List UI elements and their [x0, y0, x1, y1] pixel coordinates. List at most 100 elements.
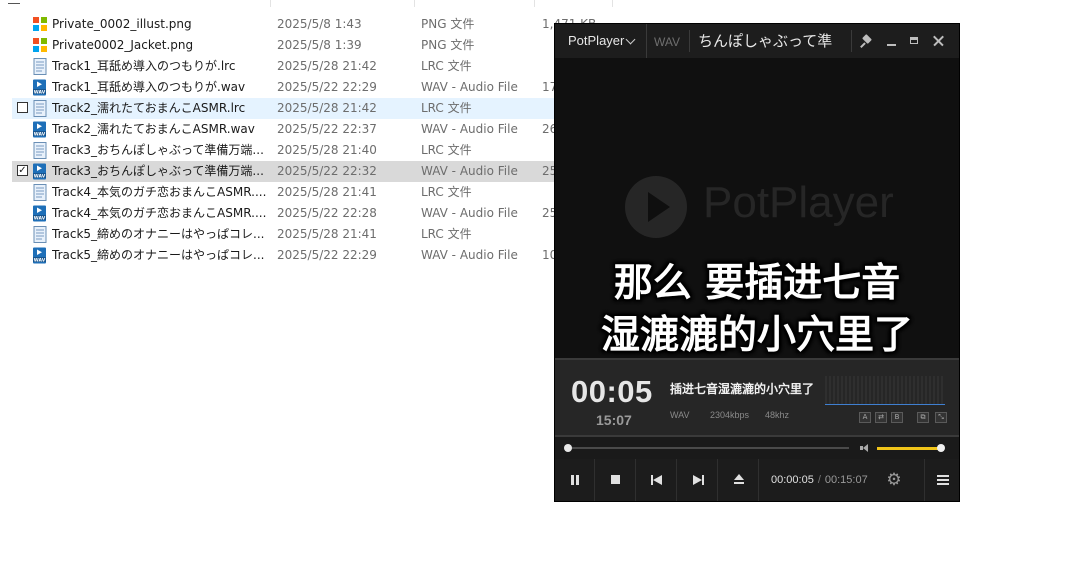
file-row[interactable]: Track3_おちんぽしゃぶって準備万端... 2025/5/28 21:40 LR…: [12, 140, 612, 161]
gear-icon[interactable]: ⚙: [881, 459, 907, 501]
svg-text:WAV: WAV: [34, 173, 46, 179]
potplayer-window: PotPlayer WAV ちんぽしゃぶって準 PotPlayer 那么 要插进…: [554, 23, 960, 502]
chevron-down-icon: [625, 34, 636, 45]
text-file-icon: [32, 142, 48, 159]
file-name: Track1_耳舐め導入のつもりが.lrc: [52, 59, 236, 73]
file-row[interactable]: WAV Track4_本気のガチ恋おまんこASMR.... 2025/5/22 22…: [12, 203, 612, 224]
file-row[interactable]: Track4_本気のガチ恋おまんこASMR.... 2025/5/28 21:41…: [12, 182, 612, 203]
file-type: LRC 文件: [421, 185, 472, 199]
file-name: Track2_濡れたておまんこASMR.lrc: [52, 101, 246, 115]
close-icon[interactable]: [928, 24, 950, 58]
file-row[interactable]: WAV Track5_締めのオナニーはやっぱコレ... 2025/5/22 22:2…: [12, 245, 612, 266]
subtitle-line: 湿漉漉的小穴里了: [600, 313, 913, 358]
svg-text:WAV: WAV: [34, 215, 46, 221]
pause-icon[interactable]: [555, 459, 595, 501]
file-row[interactable]: WAV Track1_耳舐め導入のつもりが.wav 2025/5/22 22:29 W…: [12, 77, 612, 98]
file-name: Track4_本気のガチ恋おまんこASMR....: [52, 206, 267, 220]
text-file-icon: [32, 100, 48, 117]
seek-bar[interactable]: [566, 447, 849, 449]
resize-button[interactable]: ⤡: [935, 412, 947, 423]
file-row[interactable]: Track1_耳舐め導入のつもりが.lrc 2025/5/28 21:42 LRC …: [12, 56, 612, 77]
file-name: Private0002_Jacket.png: [52, 38, 194, 52]
file-type: PNG 文件: [421, 17, 475, 31]
potplayer-menu-button[interactable]: PotPlayer: [555, 24, 647, 58]
wav-file-icon: WAV: [32, 163, 48, 180]
elapsed-time[interactable]: 00:05: [571, 374, 653, 410]
video-area[interactable]: PotPlayer 那么 要插进七音 湿漉漉的小穴里了: [555, 58, 959, 358]
svg-text:WAV: WAV: [34, 131, 46, 137]
file-row[interactable]: WAV Track2_濡れたておまんこASMR.wav 2025/5/22 22:3…: [12, 119, 612, 140]
timecode-separator: /: [817, 474, 821, 486]
file-type: WAV - Audio File: [421, 122, 518, 136]
file-date: 2025/5/28 21:40: [277, 143, 377, 157]
svg-text:WAV: WAV: [34, 89, 46, 95]
file-date: 2025/5/8 1:39: [277, 38, 362, 52]
volume-fill: [877, 447, 941, 450]
wav-file-icon: WAV: [32, 79, 48, 96]
subtitle-text: 那么 要插进七音 湿漉漉的小穴里了: [555, 258, 959, 358]
column-divider[interactable]: [414, 0, 415, 7]
codec-label: WAV: [670, 410, 690, 420]
volume-handle[interactable]: [937, 444, 945, 452]
file-date: 2025/5/22 22:28: [277, 206, 377, 220]
file-date: 2025/5/28 21:41: [277, 185, 377, 199]
file-row[interactable]: Track5_締めのオナニーはやっぱコレ... 2025/5/28 21:41 LR…: [12, 224, 612, 245]
info-panel: 00:05 15:07 插进七音湿漉漉的小穴里了 WAV 2304kbps 48…: [555, 358, 959, 437]
menu-icon[interactable]: [924, 459, 959, 501]
pin-icon[interactable]: [856, 24, 878, 58]
stop-icon[interactable]: [596, 459, 636, 501]
file-name: Track5_締めのオナニーはやっぱコレ...: [52, 248, 265, 262]
scrolling-title: 插进七音湿漉漉的小穴里了: [670, 382, 815, 396]
file-name: Track3_おちんぽしゃぶって準備万端...: [52, 164, 264, 178]
file-date: 2025/5/8 1:43: [277, 17, 362, 31]
column-divider[interactable]: [270, 0, 271, 7]
window-title: ちんぽしゃぶって準: [698, 32, 833, 50]
ab-repeat-toggle-button[interactable]: ⇄: [875, 412, 887, 423]
minimize-icon[interactable]: [881, 24, 903, 58]
seek-handle[interactable]: [563, 444, 572, 452]
brand-label: PotPlayer: [568, 33, 625, 48]
maximize-icon[interactable]: [904, 24, 926, 58]
file-row[interactable]: Track2_濡れたておまんこASMR.lrc 2025/5/28 21:42 LR…: [12, 98, 612, 119]
column-header-strip: [0, 0, 640, 8]
column-divider[interactable]: [612, 0, 613, 7]
eject-icon[interactable]: [719, 459, 759, 501]
bitrate-label: 2304kbps: [710, 410, 750, 420]
volume-icon[interactable]: [859, 442, 873, 454]
file-date: 2025/5/22 22:32: [277, 164, 377, 178]
file-type: WAV - Audio File: [421, 248, 518, 262]
timecode-display: 00:00:05/00:15:07: [771, 459, 868, 501]
wav-file-icon: WAV: [32, 205, 48, 222]
row-checkbox[interactable]: ✓: [17, 165, 28, 176]
total-timecode: 00:15:07: [824, 474, 868, 486]
format-tag: WAV: [654, 35, 680, 49]
file-row[interactable]: Private0002_Jacket.png 2025/5/8 1:39 PNG 文…: [12, 35, 612, 56]
file-row[interactable]: Private_0002_illust.png 2025/5/8 1:43 PNG …: [12, 14, 612, 35]
next-icon[interactable]: [678, 459, 718, 501]
capture-button[interactable]: ⧉: [917, 412, 929, 423]
volume-slider[interactable]: [877, 444, 945, 452]
ab-repeat-b-button[interactable]: B: [891, 412, 903, 423]
text-file-icon: [32, 58, 48, 75]
png-image-icon: [32, 37, 48, 54]
seek-bar-area: [555, 437, 959, 459]
current-timecode: 00:00:05: [771, 474, 814, 486]
row-checkbox[interactable]: [17, 102, 28, 113]
file-type: WAV - Audio File: [421, 206, 518, 220]
title-divider: [689, 30, 690, 52]
file-name: Track4_本気のガチ恋おまんこASMR....: [52, 185, 267, 199]
ab-repeat-a-button[interactable]: A: [859, 412, 871, 423]
png-image-icon: [32, 16, 48, 33]
file-row[interactable]: ✓ WAV Track3_おちんぽしゃぶって準備万端... 2025/5/22 22:…: [12, 161, 612, 182]
file-type: LRC 文件: [421, 101, 472, 115]
file-date: 2025/5/28 21:42: [277, 101, 377, 115]
file-type: LRC 文件: [421, 143, 472, 157]
text-file-icon: [32, 184, 48, 201]
file-type: WAV - Audio File: [421, 164, 518, 178]
previous-icon[interactable]: [637, 459, 677, 501]
text-file-icon: [32, 226, 48, 243]
column-divider[interactable]: [534, 0, 535, 7]
file-type: LRC 文件: [421, 59, 472, 73]
title-divider: [851, 30, 852, 52]
file-name: Track3_おちんぽしゃぶって準備万端...: [52, 143, 264, 157]
